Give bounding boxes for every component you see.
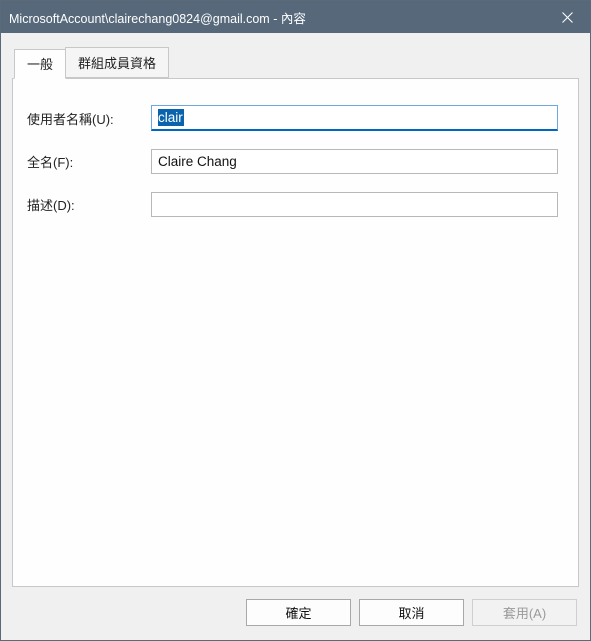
description-label: 描述(D): <box>25 195 151 214</box>
apply-button: 套用(A) <box>472 599 577 626</box>
username-label: 使用者名稱(U): <box>25 109 151 128</box>
button-label: 取消 <box>398 606 424 621</box>
client-area: 一般 群組成員資格 使用者名稱(U): clair 全名(F): <box>1 33 590 640</box>
cancel-button[interactable]: 取消 <box>359 599 464 626</box>
tab-strip: 一般 群組成員資格 <box>14 47 579 78</box>
button-label: 確定 <box>285 606 311 621</box>
tab-label: 群組成員資格 <box>78 56 156 71</box>
row-fullname: 全名(F): <box>25 149 558 174</box>
tab-panel-general: 使用者名稱(U): clair 全名(F): 描述(D): <box>12 78 579 587</box>
fullname-label: 全名(F): <box>25 152 151 171</box>
button-label: 套用(A) <box>503 606 546 621</box>
close-button[interactable] <box>544 1 590 33</box>
dialog-buttons: 確定 取消 套用(A) <box>12 587 579 628</box>
properties-dialog: MicrosoftAccount\clairechang0824@gmail.c… <box>0 0 591 641</box>
tab-group-membership[interactable]: 群組成員資格 <box>65 47 169 78</box>
row-description: 描述(D): <box>25 192 558 217</box>
tab-general[interactable]: 一般 <box>14 49 66 79</box>
tab-label: 一般 <box>27 57 53 72</box>
username-input[interactable] <box>151 105 558 131</box>
window-title: MicrosoftAccount\clairechang0824@gmail.c… <box>9 8 544 27</box>
row-username: 使用者名稱(U): clair <box>25 105 558 131</box>
ok-button[interactable]: 確定 <box>246 599 351 626</box>
close-icon <box>562 12 573 23</box>
titlebar: MicrosoftAccount\clairechang0824@gmail.c… <box>1 1 590 33</box>
fullname-input[interactable] <box>151 149 558 174</box>
description-input[interactable] <box>151 192 558 217</box>
